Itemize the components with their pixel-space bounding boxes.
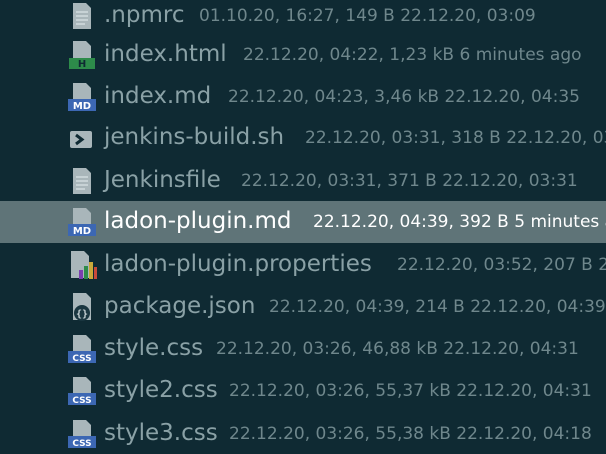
markdown-file-icon: MD [66, 206, 98, 238]
file-meta: 22.12.20, 04:39, 392 B 5 minutes ago [313, 212, 606, 232]
file-row-ladon-plugin-md[interactable]: MD ladon-plugin.md 22.12.20, 04:39, 392 … [0, 201, 606, 243]
markdown-file-icon: MD [66, 81, 98, 113]
file-row-jenkinsfile[interactable]: Jenkinsfile 22.12.20, 03:31, 371 B 22.12… [0, 160, 606, 202]
file-row-index-md[interactable]: MD index.md 22.12.20, 04:23, 3,46 kB 22.… [0, 76, 606, 118]
file-name: ladon-plugin.md [104, 208, 292, 234]
project-file-tree: .npmrc 01.10.20, 16:27, 149 B 22.12.20, … [0, 0, 606, 454]
json-file-icon: {} [66, 291, 98, 323]
file-name: jenkins-build.sh [104, 124, 285, 150]
file-name: Jenkinsfile [104, 167, 221, 193]
html-file-icon: H [66, 39, 98, 71]
file-meta: 22.12.20, 04:39, 214 B 22.12.20, 04:39 [269, 297, 606, 317]
file-name: .npmrc [104, 2, 185, 28]
file-row-jenkins-build-sh[interactable]: jenkins-build.sh 22.12.20, 03:31, 318 B … [0, 117, 606, 159]
file-name: ladon-plugin.properties [104, 251, 372, 277]
css-badge-text: CSS [72, 354, 91, 364]
file-meta: 22.12.20, 04:22, 1,23 kB 6 minutes ago [243, 45, 582, 65]
file-name: style.css [104, 335, 204, 361]
css-file-icon: CSS [66, 333, 98, 365]
text-file-icon [66, 0, 98, 32]
file-meta: 22.12.20, 03:26, 55,38 kB 22.12.20, 04:1… [229, 424, 592, 444]
file-name: style3.css [104, 420, 218, 446]
properties-file-icon [66, 249, 98, 281]
css-badge-text: CSS [72, 439, 91, 449]
file-meta: 22.12.20, 03:26, 55,37 kB 22.12.20, 04:3… [229, 381, 592, 401]
file-row-style2-css[interactable]: CSS style2.css 22.12.20, 03:26, 55,37 kB… [0, 370, 606, 412]
file-meta: 22.12.20, 03:31, 318 B 22.12.20, 03:31 [305, 128, 606, 148]
file-row-npmrc[interactable]: .npmrc 01.10.20, 16:27, 149 B 22.12.20, … [0, 0, 606, 37]
markdown-badge-text: MD [73, 101, 91, 112]
file-meta: 22.12.20, 03:31, 371 B 22.12.20, 03:31 [241, 171, 578, 191]
file-meta: 22.12.20, 04:23, 3,46 kB 22.12.20, 04:35 [228, 87, 580, 107]
css-badge-text: CSS [72, 396, 91, 406]
text-file-icon [66, 165, 98, 197]
file-row-style-css[interactable]: CSS style.css 22.12.20, 03:26, 46,88 kB … [0, 328, 606, 370]
file-row-index-html[interactable]: H index.html 22.12.20, 04:22, 1,23 kB 6 … [0, 34, 606, 76]
shell-script-icon [66, 122, 98, 154]
file-row-ladon-plugin-properties[interactable]: ladon-plugin.properties 22.12.20, 03:52,… [0, 244, 606, 286]
file-row-style3-css[interactable]: CSS style3.css 22.12.20, 03:26, 55,38 kB… [0, 413, 606, 454]
file-name: package.json [104, 293, 256, 319]
file-name: style2.css [104, 377, 218, 403]
file-name: index.md [104, 83, 212, 109]
file-meta: 01.10.20, 16:27, 149 B 22.12.20, 03:09 [199, 6, 536, 26]
markdown-badge-text: MD [73, 226, 91, 237]
json-glyph: {} [76, 309, 88, 320]
css-file-icon: CSS [66, 375, 98, 407]
file-meta: 22.12.20, 03:26, 46,88 kB 22.12.20, 04:3… [216, 339, 579, 359]
css-file-icon: CSS [66, 418, 98, 450]
file-name: index.html [104, 41, 227, 67]
file-meta: 22.12.20, 03:52, 207 B 22.12.20, 03:52 [397, 255, 606, 275]
html-badge-text: H [78, 59, 86, 70]
file-row-package-json[interactable]: {} package.json 22.12.20, 04:39, 214 B 2… [0, 286, 606, 328]
